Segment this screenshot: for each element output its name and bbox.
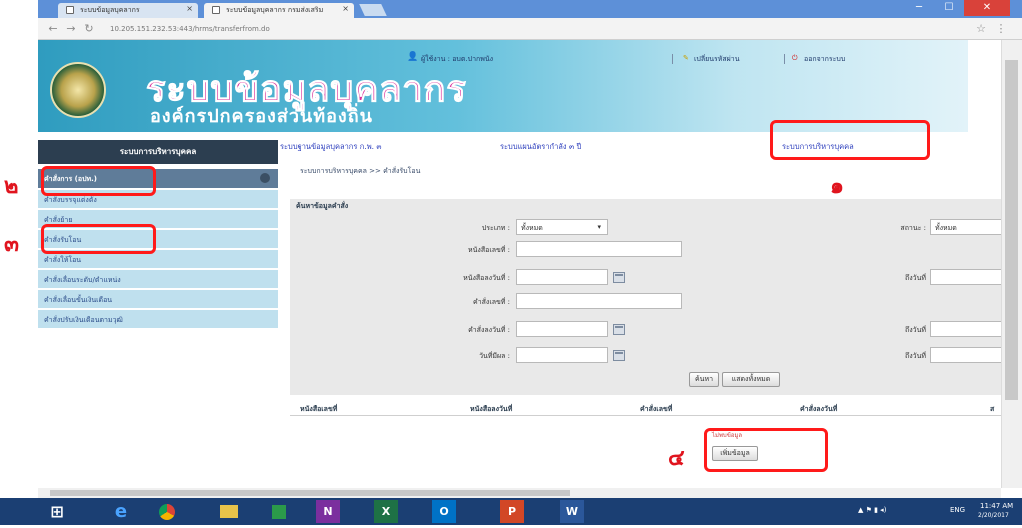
book-date-label: หนังสือลงวันที่ : <box>463 274 510 282</box>
windows-start-icon[interactable]: ⊞ <box>40 500 74 523</box>
url-field[interactable]: 10.205.151.232.53:443/hrms/transferfrom.… <box>110 21 990 37</box>
maximize-button[interactable]: ☐ <box>934 0 964 16</box>
annotation-number-4: ๔ <box>668 445 685 471</box>
book-no-label: หนังสือเลขที่ : <box>468 246 510 254</box>
close-tab-icon[interactable]: × <box>342 4 349 13</box>
ie-browser-icon[interactable]: e <box>104 500 138 523</box>
back-arrow-icon[interactable]: ← <box>46 22 60 36</box>
power-icon: ⏻ <box>792 54 798 62</box>
vertical-scroll-thumb[interactable] <box>1005 60 1018 400</box>
close-window-button[interactable]: ✕ <box>964 0 1010 16</box>
powerpoint-icon[interactable]: P <box>500 500 524 523</box>
chrome-browser-icon[interactable] <box>150 500 184 523</box>
show-all-button[interactable]: แสดงทั้งหมด <box>722 372 780 387</box>
sidebar-item-label: คำสั่งปรับเงินเดือนตามวุฒิ <box>44 316 123 324</box>
tray-icons[interactable]: ▲ ⚑ ▮ ◂) <box>858 506 886 514</box>
type-select[interactable]: ทั้งหมด <box>516 219 608 235</box>
column-header: คำสั่งลงวันที่ <box>800 405 838 413</box>
user-info: ผู้ใช้งาน : อบต.ปากพนัง <box>421 55 494 63</box>
browser-tab-1[interactable]: ระบบข้อมูลบุคลากร × <box>58 3 198 18</box>
forward-arrow-icon[interactable]: → <box>64 22 78 36</box>
divider <box>784 54 785 64</box>
column-header: ส <box>990 405 995 413</box>
site-subtitle: องค์กรปกครองส่วนท้องถิ่น <box>150 106 373 127</box>
order-date-label: คำสั่งลงวันที่ : <box>468 326 510 334</box>
status-label: สถานะ : <box>900 224 926 232</box>
column-header: คำสั่งเลขที่ <box>640 405 673 413</box>
department-seal-logo <box>50 62 106 118</box>
logout-link[interactable]: ออกจากระบบ <box>804 54 845 65</box>
close-tab-icon[interactable]: × <box>186 4 193 13</box>
breadcrumb: ระบบการบริหารบุคคล >> คำสั่งรับโอน <box>300 167 421 175</box>
user-icon: 👤 <box>407 52 419 62</box>
effective-date-label: วันที่มีผล : <box>479 352 510 360</box>
annotation-box-1 <box>770 120 930 160</box>
annotation-number-2: ๒ <box>4 173 19 199</box>
word-icon[interactable]: W <box>560 500 584 523</box>
annotation-box-3 <box>41 224 156 254</box>
sidebar-item-salary-adjust[interactable]: คำสั่งปรับเงินเดือนตามวุฒิ <box>38 310 278 329</box>
search-panel-title: ค้นหาข้อมูลคำสั่ง <box>296 202 349 210</box>
calendar-icon[interactable] <box>613 324 625 335</box>
sidebar-item-label: คำสั่งบรรจุแต่งตั้ง <box>44 196 97 204</box>
book-no-input[interactable] <box>516 241 682 257</box>
star-icon[interactable]: ☆ <box>974 22 988 36</box>
store-icon[interactable] <box>262 500 296 523</box>
input-language[interactable]: ENG <box>950 506 965 514</box>
to-date-label: ถึงวันที่ <box>905 326 926 334</box>
sidebar-item-label: คำสั่งให้โอน <box>44 256 82 264</box>
order-to-date-input[interactable] <box>930 321 1002 337</box>
clock-date[interactable]: 2/20/2017 <box>978 512 1009 519</box>
divider <box>672 54 673 64</box>
horizontal-scroll-thumb[interactable] <box>50 490 570 496</box>
sidebar-item-promote[interactable]: คำสั่งเลื่อนระดับ/ตำแหน่ง <box>38 270 278 289</box>
calendar-icon[interactable] <box>613 272 625 283</box>
nav-link-manpower-plan[interactable]: ระบบแผนอัตรากำลัง ๓ ปี <box>500 141 581 153</box>
clock-time[interactable]: 11:47 AM <box>980 502 1013 510</box>
order-date-input[interactable] <box>516 321 608 337</box>
type-label: ประเภท : <box>481 224 510 232</box>
annotation-box-2 <box>41 166 156 196</box>
effective-date-input[interactable] <box>516 347 608 363</box>
minimize-button[interactable]: ─ <box>904 0 934 16</box>
browser-tab-2[interactable]: ระบบข้อมูลบุคลากร กรมส่งเสริม × <box>204 3 354 18</box>
menu-icon[interactable]: ⋮ <box>994 22 1008 36</box>
page-icon <box>66 6 74 14</box>
onenote-icon[interactable]: N <box>316 500 340 523</box>
annotation-box-4 <box>704 428 828 472</box>
column-header: หนังสือลงวันที่ <box>470 405 513 413</box>
status-select[interactable]: ทั้งหมด <box>930 219 1002 235</box>
browser-tab-label: ระบบข้อมูลบุคลากร <box>80 6 140 14</box>
search-button[interactable]: ค้นหา <box>689 372 719 387</box>
to-date-label: ถึงวันที่ <box>905 274 926 282</box>
reload-icon[interactable]: ↻ <box>82 22 96 36</box>
annotation-number-3: ๓ <box>4 231 20 257</box>
file-explorer-icon[interactable] <box>212 500 246 523</box>
sidebar-heading: ระบบการบริหารบุคคล <box>38 140 278 164</box>
order-no-label: คำสั่งเลขที่ : <box>473 298 510 306</box>
book-to-date-input[interactable] <box>930 269 1002 285</box>
excel-icon[interactable]: X <box>374 500 398 523</box>
book-date-input[interactable] <box>516 269 608 285</box>
sidebar-item-label: คำสั่งเลื่อนขั้นเงินเดือน <box>44 296 113 304</box>
annotation-number-1: ๑ <box>830 173 844 199</box>
browser-tab-label: ระบบข้อมูลบุคลากร กรมส่งเสริม <box>226 6 324 14</box>
collapse-icon[interactable] <box>260 173 270 183</box>
page-icon <box>212 6 220 14</box>
sidebar-item-salary-step[interactable]: คำสั่งเลื่อนขั้นเงินเดือน <box>38 290 278 309</box>
key-icon: ✎ <box>683 54 689 62</box>
column-header: หนังสือเลขที่ <box>300 405 338 413</box>
sidebar-item-label: คำสั่งย้าย <box>44 216 73 224</box>
calendar-icon[interactable] <box>613 350 625 361</box>
sidebar-item-label: คำสั่งเลื่อนระดับ/ตำแหน่ง <box>44 276 121 284</box>
effective-to-date-input[interactable] <box>930 347 1002 363</box>
nav-link-kp7[interactable]: ระบบฐานข้อมูลบุคลากร ก.พ. ๓ <box>280 141 382 153</box>
outlook-icon[interactable]: O <box>432 500 456 523</box>
to-date-label: ถึงวันที่ <box>905 352 926 360</box>
change-password-link[interactable]: เปลี่ยนรหัสผ่าน <box>694 54 739 65</box>
order-no-input[interactable] <box>516 293 682 309</box>
